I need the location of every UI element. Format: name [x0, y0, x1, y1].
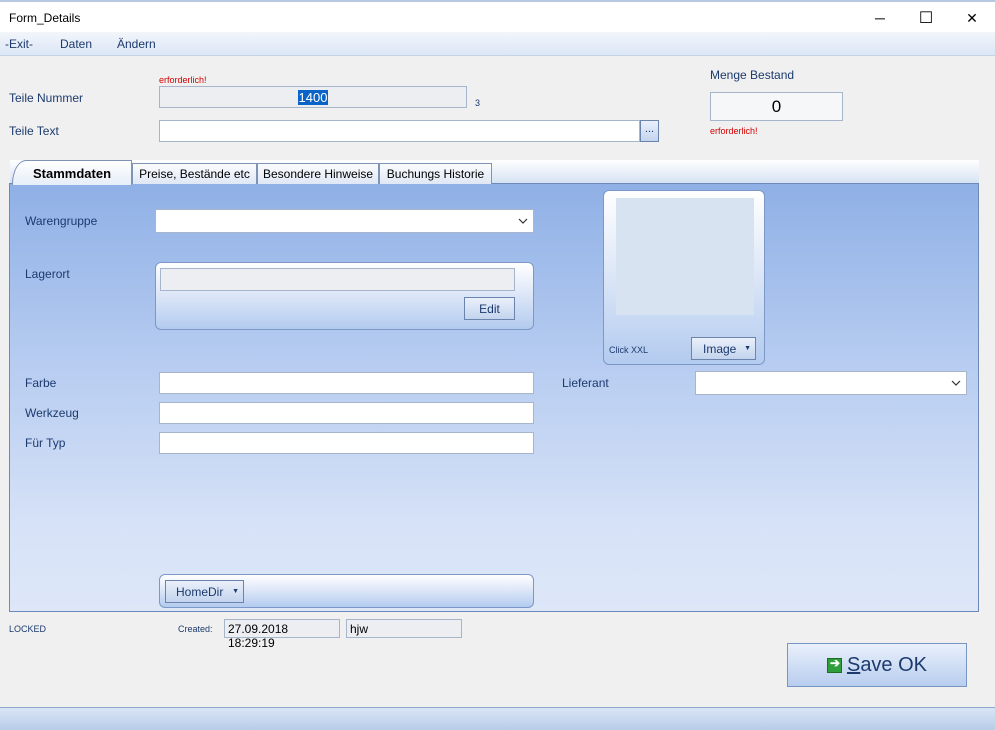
menu-item-daten[interactable]: Daten	[60, 37, 92, 51]
teile-nummer-label: Teile Nummer	[9, 91, 84, 105]
teile-text-label: Teile Text	[9, 124, 59, 138]
homedir-group: HomeDir ▼	[159, 574, 534, 608]
teile-text-input[interactable]	[159, 120, 640, 142]
dropdown-arrow-icon: ▼	[232, 588, 239, 595]
werkzeug-input[interactable]	[159, 402, 534, 424]
farbe-input[interactable]	[159, 372, 534, 394]
lagerort-label: Lagerort	[25, 267, 70, 281]
save-ok-label: Save OK	[846, 653, 928, 676]
menu-item-exit[interactable]: -Exit-	[5, 37, 33, 51]
fuer-typ-label: Für Typ	[25, 436, 66, 450]
image-group: Click XXL Image ▼	[603, 190, 765, 365]
fuer-typ-input[interactable]	[159, 432, 534, 454]
menu-item-aendern[interactable]: Ändern	[117, 37, 156, 51]
lagerort-group: Edit	[155, 262, 534, 330]
image-button[interactable]: Image ▼	[691, 337, 756, 360]
minimize-button[interactable]: ─	[857, 4, 903, 32]
homedir-button[interactable]: HomeDir ▼	[165, 580, 244, 603]
created-user-field: hjw	[346, 619, 462, 638]
chevron-down-icon	[518, 218, 528, 224]
lieferant-combo[interactable]	[695, 371, 967, 395]
tab-panel-stammdaten	[9, 183, 979, 612]
window-title: Form_Details	[9, 11, 81, 25]
menge-bestand-value: 0	[771, 96, 782, 116]
teile-nummer-count: 3	[475, 98, 481, 108]
teile-text-browse-button[interactable]: ...	[640, 120, 659, 142]
edit-button[interactable]: Edit	[464, 297, 515, 320]
farbe-label: Farbe	[25, 376, 57, 390]
lieferant-label: Lieferant	[562, 376, 609, 390]
image-preview[interactable]	[616, 198, 754, 315]
close-button[interactable]: ✕	[949, 4, 995, 32]
title-bar: Form_Details ─ ☐ ✕	[0, 0, 995, 32]
tab-besondere-hinweise[interactable]: Besondere Hinweise	[257, 163, 379, 184]
homedir-button-label: HomeDir	[176, 584, 224, 599]
warengruppe-combo[interactable]	[155, 209, 534, 233]
teile-nummer-value: 1400	[297, 89, 329, 105]
created-label: Created:	[178, 624, 213, 634]
lagerort-field[interactable]	[160, 268, 515, 291]
image-hint: Click XXL	[609, 345, 649, 355]
werkzeug-label: Werkzeug	[25, 406, 79, 420]
minimize-icon: ─	[875, 10, 885, 26]
tab-preise-bestaende[interactable]: Preise, Bestände etc	[132, 163, 257, 184]
menge-bestand-required: erforderlich!	[710, 126, 758, 136]
tab-stammdaten[interactable]: Stammdaten	[12, 160, 132, 185]
save-icon: ➔	[826, 656, 842, 673]
image-button-label: Image	[703, 341, 737, 356]
menge-bestand-field[interactable]: 0	[710, 92, 843, 121]
maximize-button[interactable]: ☐	[903, 4, 949, 32]
maximize-icon: ☐	[918, 10, 934, 27]
teile-nummer-field[interactable]: 1400	[159, 86, 467, 108]
tab-buchungs-historie[interactable]: Buchungs Historie	[379, 163, 492, 184]
created-date-field: 27.09.2018 18:29:19	[224, 619, 340, 650]
menge-bestand-label: Menge Bestand	[710, 68, 795, 82]
close-icon: ✕	[966, 9, 978, 26]
lock-status: LOCKED	[9, 624, 47, 634]
bottom-status-bar	[0, 707, 995, 730]
warengruppe-label: Warengruppe	[25, 214, 98, 228]
chevron-down-icon	[951, 380, 961, 386]
dropdown-arrow-icon: ▼	[744, 345, 751, 352]
teile-nummer-required: erforderlich!	[159, 75, 207, 85]
save-ok-button[interactable]: ➔ Save OK	[787, 643, 967, 687]
created-date-value: 27.09.2018 18:29:19	[228, 622, 289, 650]
menu-bar: -Exit- Daten Ändern	[0, 32, 995, 56]
created-user-value: hjw	[350, 622, 369, 636]
